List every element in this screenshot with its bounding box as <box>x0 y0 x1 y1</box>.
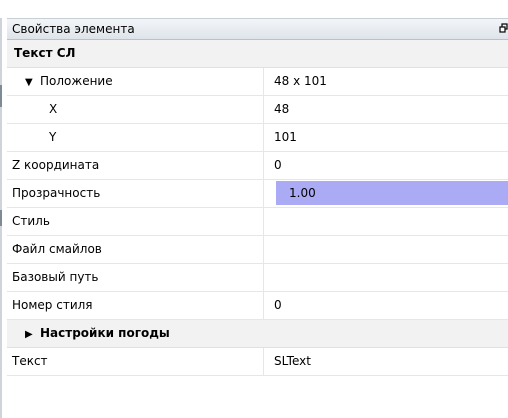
property-label: ▼ Положение <box>25 74 113 88</box>
expand-down-icon[interactable]: ▼ <box>25 77 37 88</box>
expand-right-icon[interactable]: ▶ <box>25 329 37 340</box>
column-divider <box>263 68 264 95</box>
property-row-opacity[interactable]: Прозрачность 1.00 <box>7 180 508 208</box>
category-text-sl[interactable]: Текст СЛ <box>7 40 508 68</box>
category-label: ▶ Настройки погоды <box>25 326 170 340</box>
category-label: Текст СЛ <box>14 46 76 60</box>
property-value[interactable]: 48 x 101 <box>274 74 327 88</box>
property-row-position[interactable]: ▼ Положение 48 x 101 <box>7 68 508 96</box>
column-divider <box>263 264 264 291</box>
property-value[interactable]: 0 <box>274 158 282 172</box>
opacity-value-editor[interactable]: 1.00 <box>289 186 316 200</box>
category-weather-settings[interactable]: ▶ Настройки погоды <box>7 320 508 348</box>
property-row-text[interactable]: Текст SLText <box>7 348 508 376</box>
property-row-base-path[interactable]: Базовый путь <box>7 264 508 292</box>
column-divider <box>263 236 264 263</box>
property-value[interactable]: 101 <box>274 130 297 144</box>
page: Свойства элемента Текст СЛ ▼ Положение 48… <box>0 0 508 418</box>
property-label: Стиль <box>12 214 50 228</box>
column-divider <box>263 96 264 123</box>
property-value[interactable]: 0 <box>274 298 282 312</box>
property-row-style-number[interactable]: Номер стиля 0 <box>7 292 508 320</box>
property-label: Z координата <box>12 158 100 172</box>
property-label: Базовый путь <box>12 270 99 284</box>
panel-header: Свойства элемента <box>7 18 508 40</box>
property-row-z[interactable]: Z координата 0 <box>7 152 508 180</box>
element-properties-panel: Свойства элемента Текст СЛ ▼ Положение 48… <box>7 18 508 418</box>
empty-area <box>7 376 508 406</box>
column-divider <box>263 124 264 151</box>
property-row-style[interactable]: Стиль <box>7 208 508 236</box>
property-label-text: Положение <box>40 74 113 88</box>
left-splitter-mark[interactable] <box>0 210 2 226</box>
property-grid: Текст СЛ ▼ Положение 48 x 101 X 48 Y 101 … <box>7 40 508 406</box>
category-label-text: Настройки погоды <box>40 326 170 340</box>
property-label: X <box>49 102 58 116</box>
column-divider <box>263 292 264 319</box>
property-row-smiley-file[interactable]: Файл смайлов <box>7 236 508 264</box>
property-row-x[interactable]: X 48 <box>7 96 508 124</box>
property-label: Текст <box>12 354 48 368</box>
float-window-icon[interactable] <box>499 23 508 34</box>
column-divider <box>263 152 264 179</box>
column-divider <box>263 180 264 207</box>
property-label: Прозрачность <box>12 186 101 200</box>
property-label: Файл смайлов <box>12 242 102 256</box>
property-label: Y <box>49 130 57 144</box>
property-row-y[interactable]: Y 101 <box>7 124 508 152</box>
left-splitter-mark[interactable] <box>0 85 2 107</box>
panel-title: Свойства элемента <box>12 22 135 36</box>
property-value[interactable]: SLText <box>274 354 311 368</box>
column-divider <box>263 348 264 375</box>
property-label: Номер стиля <box>12 298 93 312</box>
column-divider <box>263 208 264 235</box>
property-value[interactable]: 48 <box>274 102 289 116</box>
